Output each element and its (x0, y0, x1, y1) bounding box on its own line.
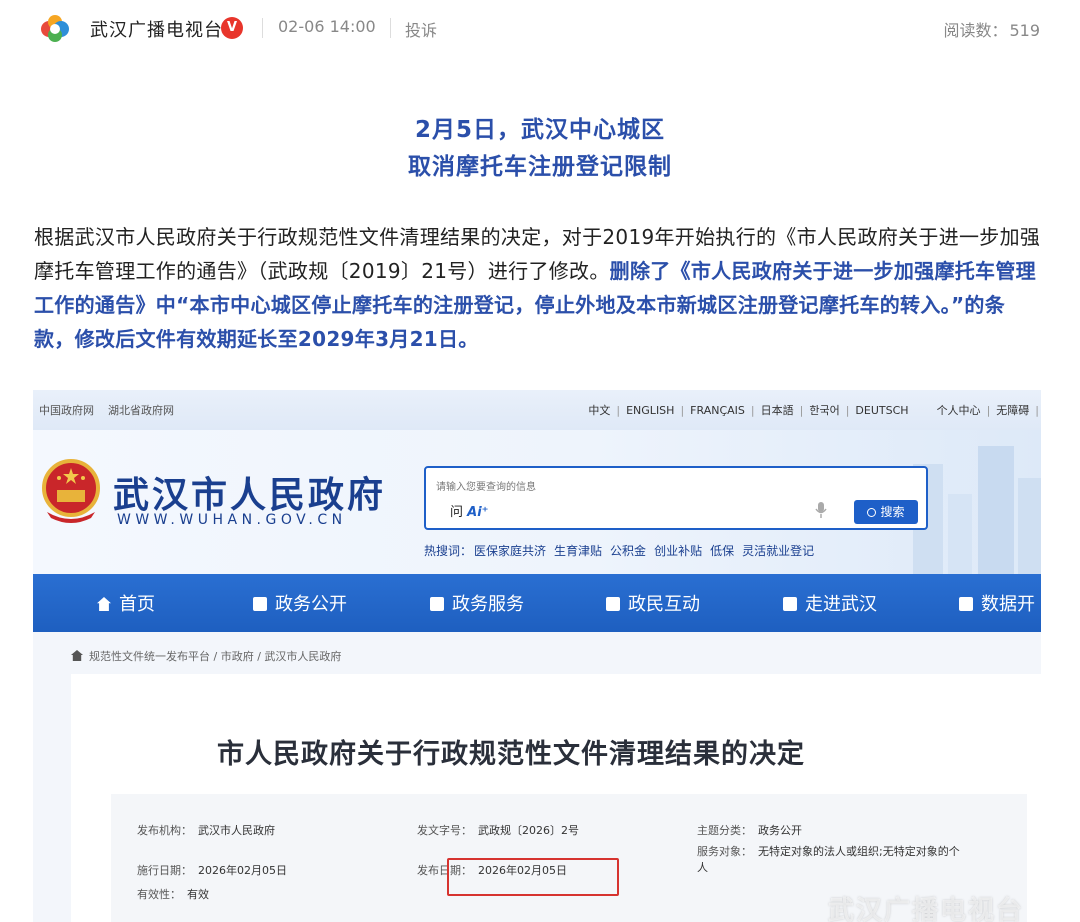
gov-site-url: WWW.WUHAN.GOV.CN (117, 512, 347, 528)
nav-gov-affairs-open-label: 政务公开 (275, 594, 347, 615)
publish-time: 02-06 14:00 (278, 17, 376, 36)
meta-effective-date-value: 2026年02月05日 (198, 864, 287, 877)
gov-search-button: 搜索 (854, 500, 918, 524)
home-icon (97, 597, 111, 611)
lang-fr: FRANÇAIS (690, 404, 745, 417)
read-count-label: 阅读数： (943, 21, 1008, 40)
ai-ask-prefix: 问 (450, 505, 464, 520)
hot-search-words: 热搜词： 医保家庭共济 生育津贴 公积金 创业补贴 低保 灵活就业登记 (424, 542, 822, 559)
hot-word: 创业补贴 (654, 544, 703, 558)
gov-site-banner: 武汉市人民政府 WWW.WUHAN.GOV.CN 请输入您要查询的信息 问 Ai… (33, 430, 1041, 574)
meta-service-target-value-cont: 人 (697, 861, 708, 874)
headline-line-2: 取消摩托车注册登记限制 (408, 154, 672, 180)
meta-doc-number: 发文字号： 武政规〔2026〕2号 (417, 822, 579, 838)
nav-gov-services-label: 政务服务 (452, 594, 524, 615)
search-icon (867, 508, 877, 517)
meta-topic: 主题分类： 政务公开 (697, 822, 802, 838)
article-body: 根据武汉市人民政府关于行政规范性文件清理结果的决定，对于2019年开始执行的《市… (34, 220, 1044, 356)
meta-doc-number-label: 发文字号： (417, 824, 472, 837)
article-headline: 2月5日，武汉中心城区 取消摩托车注册登记限制 (0, 112, 1080, 186)
meta-validity-value: 有效 (187, 888, 209, 901)
home-icon (71, 650, 83, 661)
chat-icon (606, 597, 620, 611)
nav-about-wuhan: 走进武汉 (783, 590, 877, 616)
hot-word: 公积金 (610, 544, 647, 558)
hot-word: 灵活就业登记 (742, 544, 815, 558)
top-links-right: 中文 | ENGLISH | FRANÇAIS | 日本語 | 한국어 | DEUTSCH 个人中心 |… (588, 404, 1039, 417)
lang-de: DEUTSCH (855, 404, 909, 417)
nav-open-data: 数据开 (959, 590, 1035, 616)
microphone-icon (815, 502, 827, 518)
meta-doc-number-value: 武政规〔2026〕2号 (478, 824, 579, 837)
meta-service-target: 服务对象： 无特定对象的法人或组织;无特定对象的个人 (697, 844, 960, 876)
link-hubei-gov: 湖北省政府网 (108, 404, 174, 417)
headline-line-1: 2月5日，武汉中心城区 (414, 117, 665, 143)
gov-search-button-label: 搜索 (880, 505, 905, 519)
document-title: 市人民政府关于行政规范性文件清理结果的决定 (217, 739, 805, 770)
publish-date-highlight-box (447, 858, 619, 896)
meta-service-target-value: 无特定对象的法人或组织;无特定对象的个 (758, 845, 960, 858)
divider (390, 18, 391, 38)
complain-link[interactable]: 投诉 (405, 17, 437, 41)
article-header: 武汉广播电视台 V 02-06 14:00 投诉 阅读数： 519 (0, 0, 1080, 56)
lang-ja: 日本語 (760, 404, 794, 417)
gov-site-topbar: 中国政府网 湖北省政府网 中文 | ENGLISH | FRANÇAIS | 日本語 | 한국어 |… (33, 390, 1041, 430)
read-count: 阅读数： 519 (943, 17, 1040, 41)
user-center-link: 个人中心 (936, 404, 981, 417)
read-count-value: 519 (1009, 21, 1040, 40)
nav-home: 首页 (97, 590, 155, 616)
station-logo-icon (41, 15, 69, 42)
nav-open-data-label: 数据开 (981, 594, 1035, 615)
ai-ask-badge: Ai⁺ (467, 505, 489, 520)
nav-interaction-label: 政民互动 (628, 594, 700, 615)
hot-search-label: 热搜词： (424, 544, 473, 558)
accessibility-link: 无障碍 (996, 404, 1030, 417)
nav-gov-services: 政务服务 (430, 590, 524, 616)
meta-validity-label: 有效性： (137, 888, 181, 901)
hot-word: 低保 (710, 544, 735, 558)
hot-word: 医保家庭共济 (474, 544, 547, 558)
national-emblem-icon (42, 459, 100, 523)
meta-issuer-value: 武汉市人民政府 (198, 824, 275, 837)
gov-site-name: 武汉市人民政府 (113, 475, 387, 516)
breadcrumb: 规范性文件统一发布平台 / 市政府 / 武汉市人民政府 (71, 648, 341, 664)
nav-gov-affairs-open: 政务公开 (253, 590, 347, 616)
lang-ko: 한국어 (809, 404, 840, 417)
nav-home-label: 首页 (119, 594, 155, 615)
nav-about-wuhan-label: 走进武汉 (805, 594, 877, 615)
meta-service-target-label: 服务对象： (697, 845, 752, 858)
link-china-gov: 中国政府网 (39, 404, 94, 417)
breadcrumb-text: 规范性文件统一发布平台 / 市政府 / 武汉市人民政府 (89, 650, 342, 663)
building-icon (783, 597, 797, 611)
nav-interaction: 政民互动 (606, 590, 700, 616)
ai-ask-label: 问 Ai⁺ (450, 501, 489, 520)
source-name[interactable]: 武汉广播电视台 (90, 16, 223, 42)
gov-site-nav: 首页 政务公开 政务服务 政民互动 走进武汉 数据开 (33, 574, 1041, 632)
watermark: 武汉广播电视台 (828, 896, 1025, 922)
top-links-left: 中国政府网 湖北省政府网 (39, 402, 188, 418)
skyline-building (948, 494, 972, 574)
gov-search-placeholder: 请输入您要查询的信息 (436, 482, 536, 493)
meta-effective-date: 施行日期： 2026年02月05日 (137, 862, 287, 878)
embedded-screenshot[interactable]: 中国政府网 湖北省政府网 中文 | ENGLISH | FRANÇAIS | 日本語 | 한국어 |… (33, 390, 1041, 922)
meta-issuer-label: 发布机构： (137, 824, 192, 837)
gov-search-box: 请输入您要查询的信息 问 Ai⁺ 搜索 (424, 466, 928, 530)
meta-effective-date-label: 施行日期： (137, 864, 192, 877)
meta-topic-label: 主题分类： (697, 824, 752, 837)
meta-topic-value: 政务公开 (758, 824, 802, 837)
monitor-icon (430, 597, 444, 611)
bar-chart-icon (959, 597, 973, 611)
skyline-building (1018, 478, 1041, 574)
lang-zh: 中文 (588, 404, 611, 417)
lang-en: ENGLISH (626, 404, 675, 417)
meta-issuer: 发布机构： 武汉市人民政府 (137, 822, 275, 838)
meta-validity: 有效性： 有效 (137, 886, 209, 902)
skyline-building (978, 446, 1014, 574)
hot-word: 生育津贴 (554, 544, 603, 558)
divider (262, 18, 263, 38)
newspaper-icon (253, 597, 267, 611)
verified-badge-icon: V (221, 17, 243, 39)
document-card: 市人民政府关于行政规范性文件清理结果的决定 发布机构： 武汉市人民政府 发文字号：… (71, 674, 1041, 922)
